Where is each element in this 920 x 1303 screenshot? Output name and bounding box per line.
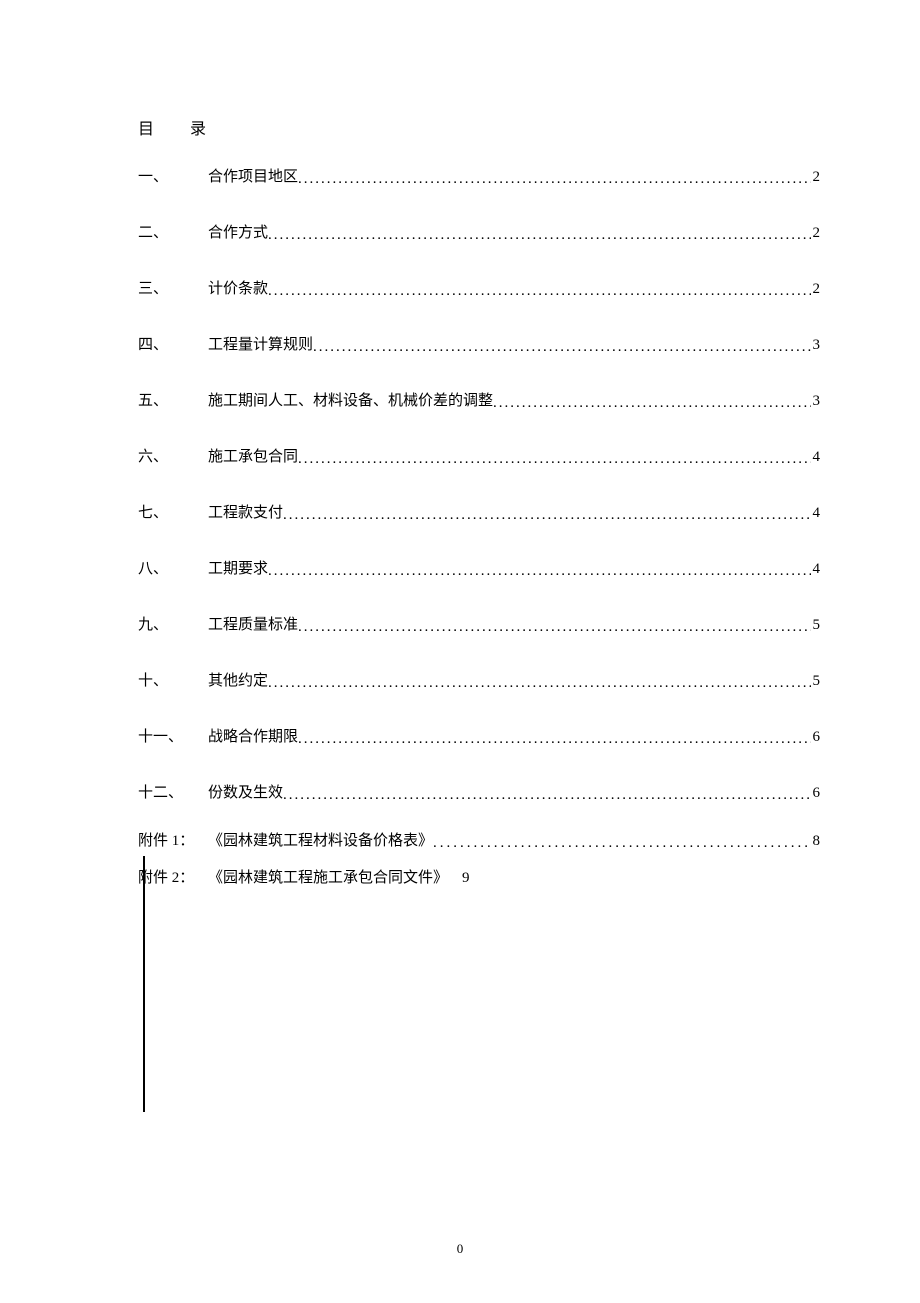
toc-page: 5 [811,669,821,693]
toc-page: 6 [811,781,821,805]
toc-page: 4 [811,501,821,525]
toc-title: 目 录 [138,115,820,139]
appendix-entry: 附件 1： 《园林建筑工程材料设备价格表》 8 [138,827,820,856]
page-number: 0 [0,1241,920,1257]
appendix-entry: 附件 2： 《园林建筑工程施工承包合同文件》 9 [138,864,820,893]
toc-leader [493,391,810,415]
toc-entry: 十二、 份数及生效 6 [138,781,820,805]
toc-number: 四、 [138,333,208,357]
toc-text: 工期要求 [208,557,268,581]
toc-text: 工程款支付 [208,501,283,525]
toc-leader [298,615,810,639]
toc-number: 七、 [138,501,208,525]
toc-text: 施工承包合同 [208,445,298,469]
toc-page: 2 [811,277,821,301]
toc-text: 合作方式 [208,221,268,245]
toc-leader [268,223,810,247]
toc-leader [298,167,810,191]
appendix-number: 附件 1： [138,827,208,856]
toc-number: 八、 [138,557,208,581]
toc-text: 合作项目地区 [208,165,298,189]
toc-leader [298,447,810,471]
toc-number: 二、 [138,221,208,245]
toc-number: 三、 [138,277,208,301]
toc-entry: 七、 工程款支付 4 [138,501,820,525]
toc-entry: 九、 工程质量标准 5 [138,613,820,637]
toc-entry: 一、 合作项目地区 2 [138,165,820,189]
toc-number: 五、 [138,389,208,413]
toc-number: 一、 [138,165,208,189]
toc-page: 2 [811,221,821,245]
toc-leader [313,335,810,359]
toc-leader [268,279,810,303]
toc-page: 4 [811,557,821,581]
vertical-margin-line [143,856,145,1112]
title-char-1: 目 [138,121,154,138]
title-char-2: 录 [190,121,206,138]
toc-number: 九、 [138,613,208,637]
toc-entry: 二、 合作方式 2 [138,221,820,245]
toc-text: 工程质量标准 [208,613,298,637]
page: 目 录 一、 合作项目地区 2 二、 合作方式 2 三、 计价条款 2 四、 工… [0,0,920,1303]
toc-number: 十二、 [138,781,208,805]
toc-leader [268,559,810,583]
toc-text: 其他约定 [208,669,268,693]
toc-entry: 十、 其他约定 5 [138,669,820,693]
toc-entry: 六、 施工承包合同 4 [138,445,820,469]
toc-entry: 八、 工期要求 4 [138,557,820,581]
toc-entry: 五、 施工期间人工、材料设备、机械价差的调整 3 [138,389,820,413]
toc-page: 5 [811,613,821,637]
toc-number: 十一、 [138,725,208,749]
toc-page: 3 [811,389,821,413]
appendix-page: 8 [811,827,821,856]
toc-page: 4 [811,445,821,469]
toc-entry: 三、 计价条款 2 [138,277,820,301]
toc-page: 2 [811,165,821,189]
toc-list: 一、 合作项目地区 2 二、 合作方式 2 三、 计价条款 2 四、 工程量计算… [138,165,820,805]
toc-leader [433,829,810,858]
toc-leader [268,671,810,695]
toc-text: 计价条款 [208,277,268,301]
toc-text: 战略合作期限 [208,725,298,749]
toc-page: 3 [811,333,821,357]
toc-number: 十、 [138,669,208,693]
appendix-list: 附件 1： 《园林建筑工程材料设备价格表》 8 附件 2： 《园林建筑工程施工承… [138,827,820,892]
toc-text: 施工期间人工、材料设备、机械价差的调整 [208,389,493,413]
appendix-number: 附件 2： [138,864,208,893]
appendix-text: 《园林建筑工程施工承包合同文件》 [208,864,448,893]
toc-text: 份数及生效 [208,781,283,805]
toc-entry: 十一、 战略合作期限 6 [138,725,820,749]
toc-leader [283,783,810,807]
appendix-text: 《园林建筑工程材料设备价格表》 [208,827,433,856]
toc-number: 六、 [138,445,208,469]
toc-entry: 四、 工程量计算规则 3 [138,333,820,357]
toc-page: 6 [811,725,821,749]
toc-leader [283,503,810,527]
toc-leader [298,727,810,751]
toc-text: 工程量计算规则 [208,333,313,357]
appendix-page: 9 [462,864,470,893]
